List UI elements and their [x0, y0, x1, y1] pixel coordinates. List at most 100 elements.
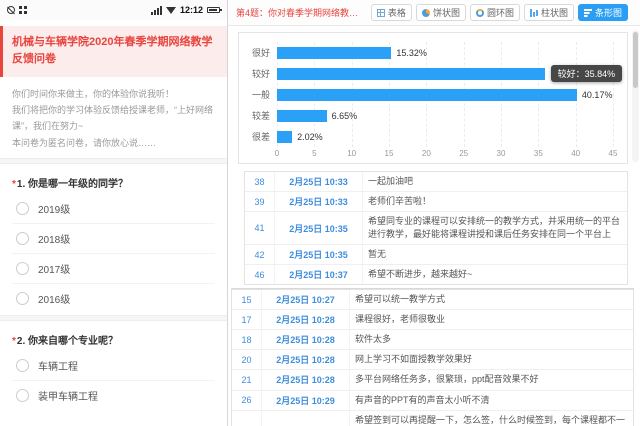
row-id: 18 [232, 330, 262, 349]
question-2-text: 2. 你来自哪个专业呢？ [17, 336, 118, 347]
row-id: 26 [232, 391, 262, 410]
button-label: 条形图 [595, 6, 622, 19]
bar-value-label: 15.32% [396, 48, 427, 58]
results-panel: 第4题：你对春季学期网络教学的整体安排感觉怎么样？[单选题] 表格 饼状图 圆环… [228, 0, 640, 426]
bar-一般[interactable] [277, 89, 577, 101]
category-label: 一般 [245, 84, 277, 105]
row-date: 2月25日 10:28 [262, 370, 350, 389]
option-label: 2019级 [38, 201, 70, 216]
button-label: 表格 [388, 6, 406, 19]
answers-table-bottom: 152月25日 10:27希望可以统一教学方式 172月25日 10:28课程很… [231, 289, 634, 426]
battery-icon [207, 7, 220, 13]
row-date: 2月25日 10:33 [275, 172, 363, 191]
pie-chart-button[interactable]: 饼状图 [416, 4, 466, 21]
x-tick-label: 5 [312, 149, 316, 158]
table-view-button[interactable]: 表格 [371, 4, 412, 21]
row-answer: 软件太多 [350, 330, 633, 349]
option-label: 装甲车辆工程 [38, 388, 98, 403]
option-2019[interactable]: 2019级 [12, 194, 215, 224]
pie-icon [422, 9, 430, 17]
bar-较好[interactable] [277, 68, 545, 80]
x-tick-label: 40 [571, 149, 580, 158]
question-2: *2. 你来自哪个专业呢？ 车辆工程 装甲车辆工程 [0, 321, 227, 412]
category-label: 较差 [245, 105, 277, 126]
row-id: 41 [245, 212, 275, 244]
bar-row: 15.32% [277, 42, 613, 63]
bar-chart-plot: 15.32% 较好：35.84%40.17% 6.65% 2.02% [277, 42, 613, 147]
table-row: 262月25日 10:29有声音的PPT有的声音太小听不清 [232, 391, 633, 411]
row-answer: 希望可以统一教学方式 [350, 290, 633, 309]
table-row: 172月25日 10:28课程很好，老师很敬业 [232, 310, 633, 330]
scrollbar-track[interactable] [632, 30, 639, 162]
gridline [613, 42, 614, 147]
row-date: 2月25日 10:33 [275, 192, 363, 211]
option-2016[interactable]: 2016级 [12, 284, 215, 313]
bar-较差[interactable] [277, 110, 327, 122]
donut-icon [476, 9, 484, 17]
bar-row: 40.17% [277, 84, 613, 105]
question-1-label: *1. 你是哪一年级的同学？ [12, 168, 215, 194]
button-label: 圆环图 [487, 6, 514, 19]
required-marker: * [12, 179, 16, 190]
row-date: 2月25日 10:29 [262, 391, 350, 410]
x-axis: 051015202530354045 [277, 147, 613, 160]
x-tick-label: 30 [497, 149, 506, 158]
row-answer: 网上学习不如面授教学效果好 [350, 350, 633, 369]
answers-table-top: 382月25日 10:33一起加油吧 392月25日 10:33老师们辛苦啦！ … [244, 171, 628, 285]
row-id: 15 [232, 290, 262, 309]
option-label: 车辆工程 [38, 358, 78, 373]
row-date: 2月25日 10:35 [275, 212, 363, 244]
table-row: 272月25日 10:29希望签到可以再提醒一下，怎么签，什么时候签到，每个课程… [232, 411, 633, 426]
table-row: 382月25日 10:33一起加油吧 [245, 172, 627, 192]
row-date: 2月25日 10:29 [262, 411, 350, 426]
row-id: 17 [232, 310, 262, 329]
option-2018[interactable]: 2018级 [12, 224, 215, 254]
chart-type-buttons: 表格 饼状图 圆环图 柱状图 条形图 [371, 4, 628, 21]
row-answer: 课程很好，老师很敬业 [350, 310, 633, 329]
row-answer: 希望同专业的课程可以安排统一的教学方式，并采用统一的平台进行教学，最好能将课程讲… [363, 212, 627, 244]
x-tick-label: 15 [385, 149, 394, 158]
bar-row: 6.65% [277, 105, 613, 126]
bar-很好[interactable] [277, 47, 391, 59]
row-id: 38 [245, 172, 275, 191]
row-id: 21 [232, 370, 262, 389]
results-header: 第4题：你对春季学期网络教学的整体安排感觉怎么样？[单选题] 表格 饼状图 圆环… [228, 0, 640, 26]
radio-icon [16, 232, 29, 245]
survey-title-block: 机械与车辆学院2020年春季学期网络教学反馈问卷 [0, 26, 227, 77]
radio-icon [16, 389, 29, 402]
row-id: 42 [245, 245, 275, 264]
row-answer: 有声音的PPT有的声音太小听不清 [350, 391, 633, 410]
row-date: 2月25日 10:37 [275, 265, 363, 284]
column-chart-button[interactable]: 柱状图 [524, 4, 574, 21]
x-tick-label: 0 [275, 149, 279, 158]
table-icon [377, 9, 385, 17]
hbar-icon [584, 9, 592, 17]
table-row: 152月25日 10:27希望可以统一教学方式 [232, 290, 633, 310]
row-answer: 老师们辛苦啦！ [363, 192, 627, 211]
question-1-text: 1. 你是哪一年级的同学？ [17, 179, 128, 190]
row-id: 27 [232, 411, 262, 426]
intro-line: 本问卷为匿名问卷，请你放心说…… [12, 135, 215, 151]
radio-icon [16, 262, 29, 275]
bar-value-label: 2.02% [297, 132, 323, 142]
status-time: 12:12 [180, 5, 203, 15]
table-row: 392月25日 10:33老师们辛苦啦！ [245, 192, 627, 212]
bar-value-label: 6.65% [332, 111, 358, 121]
row-date: 2月25日 10:28 [262, 310, 350, 329]
radio-icon [16, 359, 29, 372]
button-label: 饼状图 [433, 6, 460, 19]
option-vehicle-eng[interactable]: 车辆工程 [12, 351, 215, 381]
row-id: 39 [245, 192, 275, 211]
column-icon [530, 9, 538, 17]
bar-很差[interactable] [277, 131, 292, 143]
intro-line: 你们时间你来做主，你的体验你说我听！ [12, 86, 215, 102]
hbar-chart-button[interactable]: 条形图 [578, 4, 628, 21]
bar-row: 较好：35.84% [277, 63, 613, 84]
x-tick-label: 35 [534, 149, 543, 158]
donut-chart-button[interactable]: 圆环图 [470, 4, 520, 21]
scrollbar-thumb[interactable] [633, 32, 638, 88]
option-2017[interactable]: 2017级 [12, 254, 215, 284]
question-2-label: *2. 你来自哪个专业呢？ [12, 325, 215, 351]
survey-title: 机械与车辆学院2020年春季学期网络教学反馈问卷 [12, 34, 217, 68]
option-armored-vehicle-eng[interactable]: 装甲车辆工程 [12, 381, 215, 410]
